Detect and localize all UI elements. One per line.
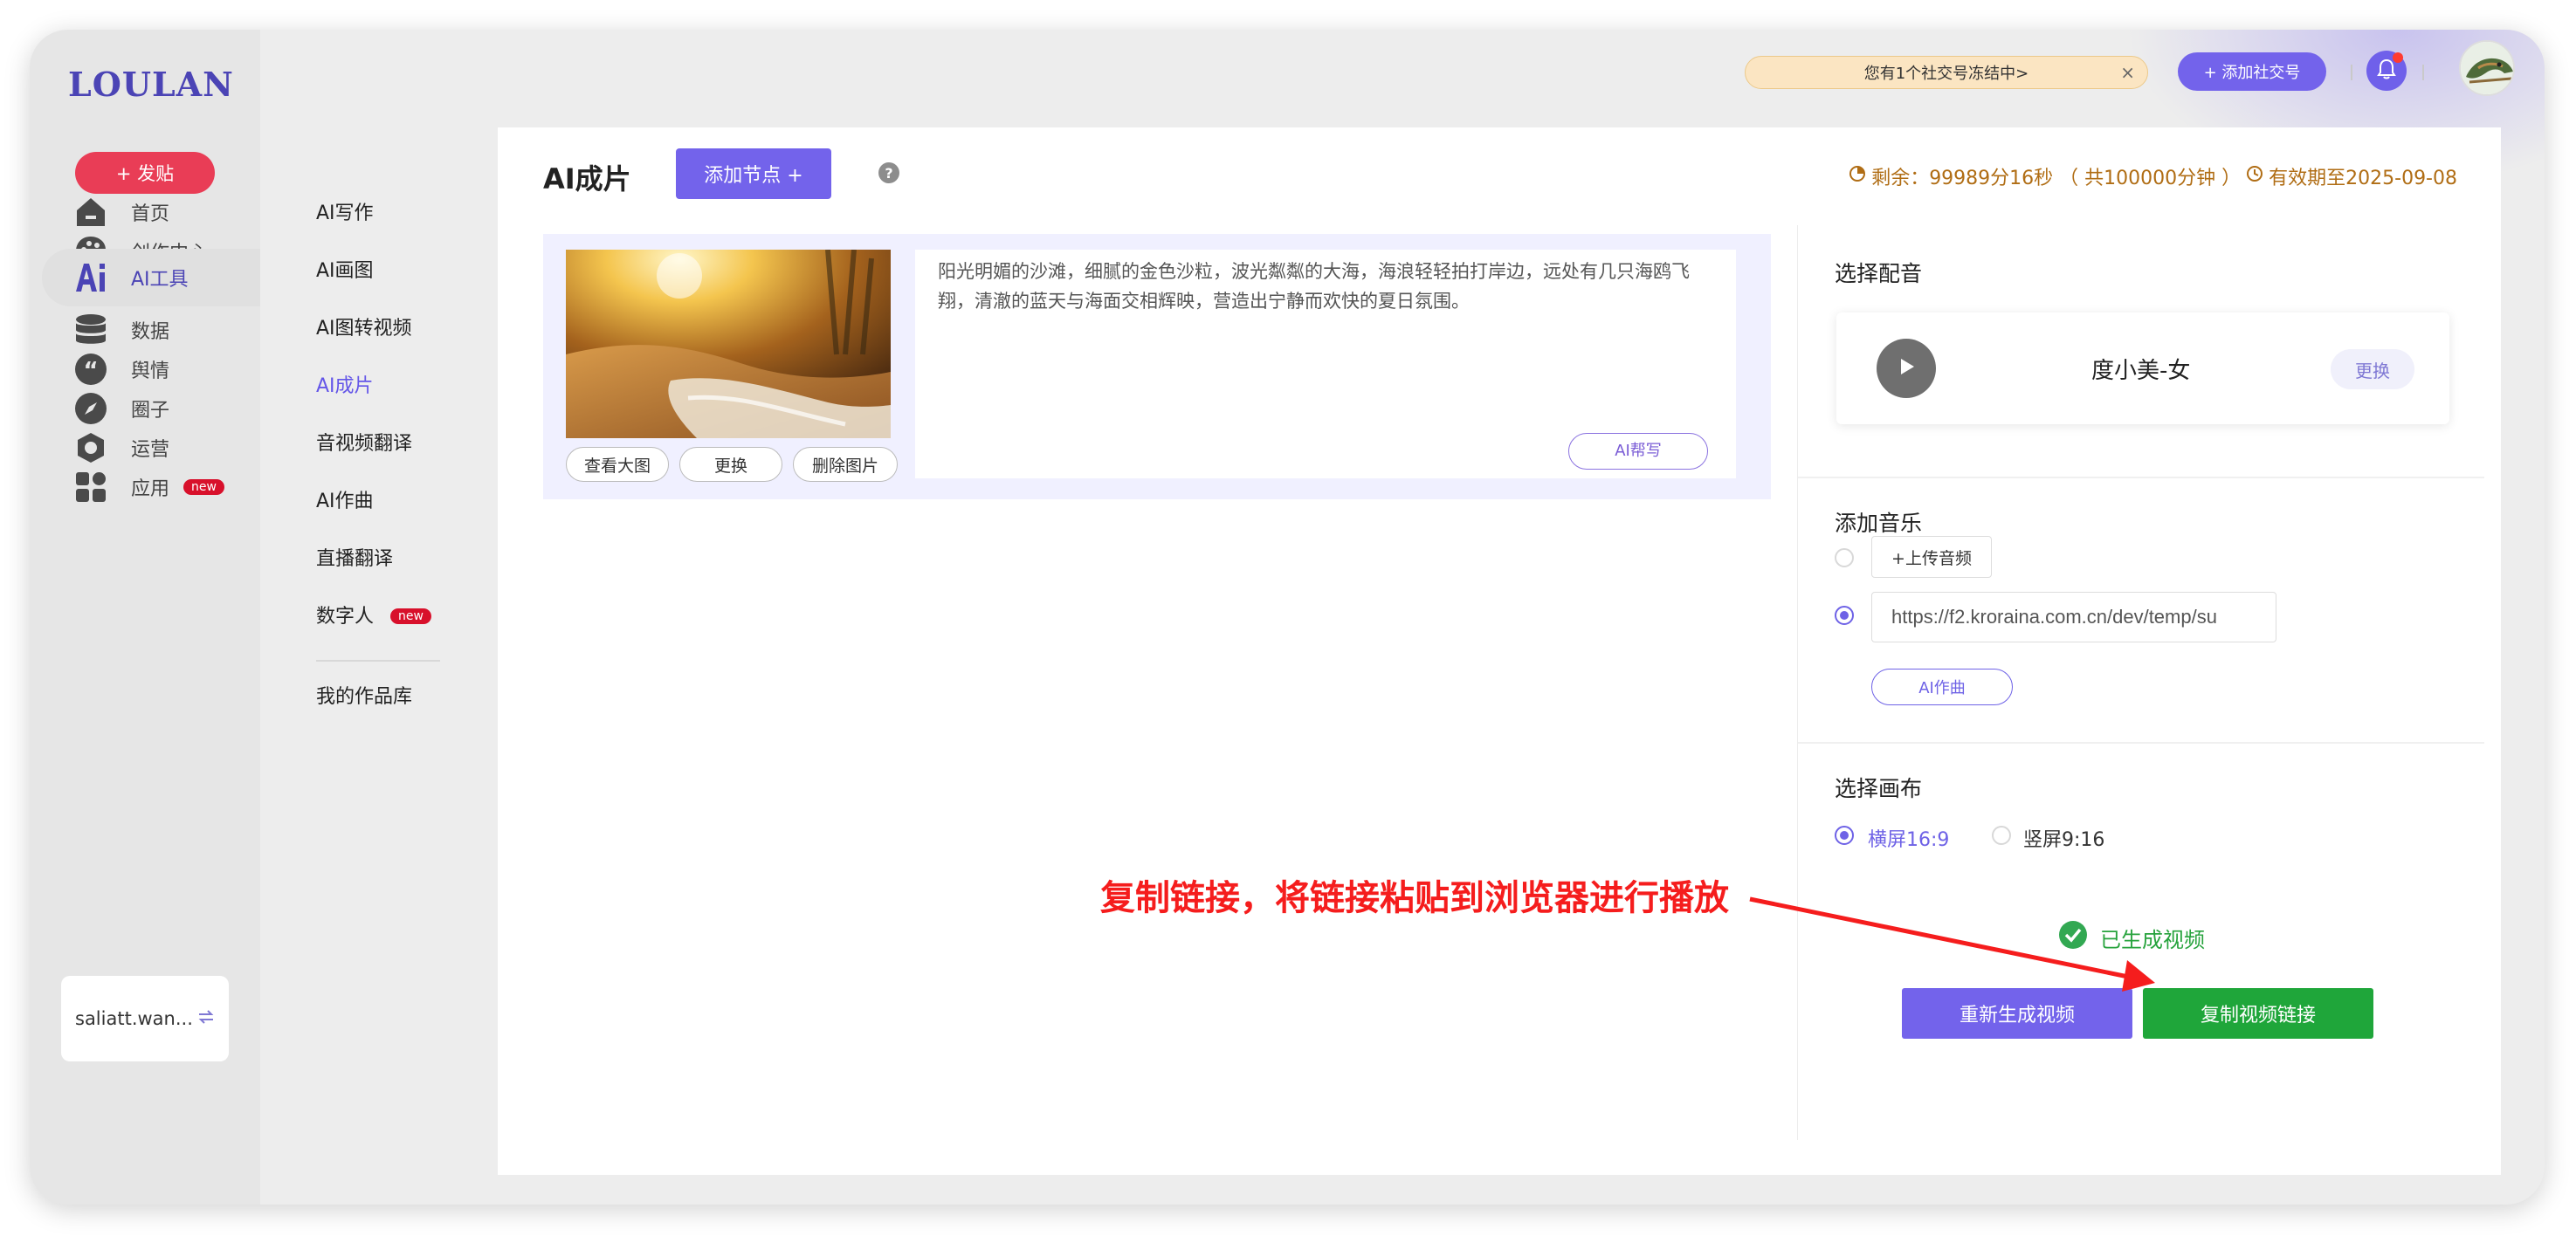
apps-icon — [73, 470, 108, 505]
submenu-item-live-translation[interactable]: 直播翻译 — [316, 543, 393, 571]
delete-image-button[interactable]: 删除图片 — [793, 447, 898, 482]
annotation-text: 复制链接，将链接粘贴到浏览器进行播放 — [1100, 878, 1729, 918]
node-image[interactable] — [566, 250, 891, 438]
notifications-button[interactable] — [2366, 51, 2407, 91]
submenu-item-my-works[interactable]: 我的作品库 — [316, 681, 412, 709]
user-avatar[interactable] — [2459, 40, 2515, 96]
header-divider — [2422, 65, 2424, 80]
submenu-item-ai-writing[interactable]: AI写作 — [316, 197, 374, 225]
node-description[interactable]: 阳光明媚的沙滩，细腻的金色沙粒，波光粼粼的大海，海浪轻轻拍打岸边，远处有几只海鸥… — [915, 250, 1736, 478]
settings-column: 选择配音 度小美-女 更换 添加音乐 +上传音频 AI作曲 选择画布 横屏16:… — [1797, 225, 2484, 1140]
generated-status: 已生成视频 — [2058, 920, 2205, 955]
submenu-label-digital-human: 数字人 — [316, 606, 375, 628]
page-title: AI成片 — [543, 162, 631, 196]
ai-compose-song-button[interactable]: AI作曲 — [1871, 669, 2013, 705]
change-voice-button[interactable]: 更换 — [2331, 349, 2414, 389]
new-badge: new — [390, 608, 431, 624]
generated-status-text: 已生成视频 — [2100, 927, 2205, 952]
help-icon[interactable]: ? — [878, 162, 899, 183]
submenu-item-ai-drawing[interactable]: AI画图 — [316, 255, 374, 283]
swap-icon[interactable] — [197, 1008, 215, 1029]
add-node-button[interactable]: 添加节点 + — [676, 148, 831, 199]
nav-item-apps[interactable]: 应用 new — [30, 458, 260, 516]
regenerate-video-button[interactable]: 重新生成视频 — [1902, 988, 2132, 1039]
music-url-radio[interactable] — [1835, 606, 1854, 625]
voice-name: 度小美-女 — [2091, 358, 2191, 384]
view-large-image-button[interactable]: 查看大图 — [566, 447, 669, 482]
quota-info: 剩余：99989分16秒 （ 共100000分钟 ） 有效期至2025-09-0… — [1849, 162, 2457, 190]
bell-icon — [2377, 58, 2396, 83]
upload-audio-button[interactable]: +上传音频 — [1871, 536, 1992, 578]
expiry-date: 有效期至2025-09-08 — [2269, 168, 2457, 189]
frozen-account-notice[interactable]: 您有1个社交号冻结中> × — [1745, 56, 2148, 89]
section-divider — [1798, 477, 2484, 478]
account-card[interactable]: saliatt.wan... — [61, 976, 229, 1061]
music-section-title: 添加音乐 — [1835, 511, 1923, 536]
check-circle-icon — [2058, 920, 2088, 955]
landscape-radio[interactable] — [1835, 826, 1854, 845]
canvas-section-title: 选择画布 — [1835, 776, 1923, 801]
copy-video-link-button[interactable]: 复制视频链接 — [2143, 988, 2373, 1039]
description-text: 阳光明媚的沙滩，细腻的金色沙粒，波光粼粼的大海，海浪轻轻拍打岸边，远处有几只海鸥… — [938, 261, 1690, 312]
nav-item-ai-tools[interactable]: AI工具 — [42, 249, 260, 306]
upload-audio-radio[interactable] — [1835, 548, 1854, 567]
header-divider — [2351, 65, 2352, 80]
section-divider — [1798, 742, 2484, 744]
submenu-item-digital-human[interactable]: 数字人 new — [316, 601, 431, 628]
portrait-option-label[interactable]: 竖屏9:16 — [2023, 824, 2104, 852]
play-voice-button[interactable] — [1877, 339, 1936, 398]
replace-image-button[interactable]: 更换 — [679, 447, 782, 482]
video-node-card: 查看大图 更换 删除图片 阳光明媚的沙滩，细腻的金色沙粒，波光粼粼的大海，海浪轻… — [543, 234, 1771, 499]
frozen-notice-text: 您有1个社交号冻结中> — [1863, 65, 2029, 83]
clock-icon — [2246, 165, 2263, 188]
submenu-item-av-translation[interactable]: 音视频翻译 — [316, 428, 412, 456]
ai-icon — [73, 260, 108, 295]
ai-write-button[interactable]: AI帮写 — [1568, 433, 1708, 470]
notification-dot — [2393, 52, 2403, 63]
voice-card: 度小美-女 更换 — [1836, 312, 2449, 424]
nav-label-apps: 应用 — [131, 478, 170, 500]
submenu-item-ai-video-compose[interactable]: AI成片 — [316, 370, 374, 398]
submenu-item-ai-compose[interactable]: AI作曲 — [316, 485, 374, 513]
quota-remaining: 剩余：99989分16秒 （ 共100000分钟 ） — [1871, 168, 2242, 189]
nav-label-ai-tools: AI工具 — [131, 269, 189, 291]
submenu-divider — [316, 660, 440, 662]
voice-section-title: 选择配音 — [1835, 261, 1923, 286]
submenu-item-ai-image-to-video[interactable]: AI图转视频 — [316, 312, 412, 340]
play-icon — [1895, 355, 1918, 381]
new-badge: new — [183, 479, 224, 495]
music-url-input[interactable] — [1871, 592, 2276, 642]
brand-logo[interactable]: LOULAN — [68, 65, 234, 104]
account-name: saliatt.wan... — [75, 1008, 193, 1029]
close-icon[interactable]: × — [2120, 62, 2135, 83]
portrait-radio[interactable] — [1992, 826, 2011, 845]
landscape-option-label[interactable]: 横屏16:9 — [1868, 824, 1949, 852]
pie-chart-icon — [1849, 165, 1866, 188]
add-social-account-button[interactable]: + 添加社交号 — [2178, 52, 2326, 91]
